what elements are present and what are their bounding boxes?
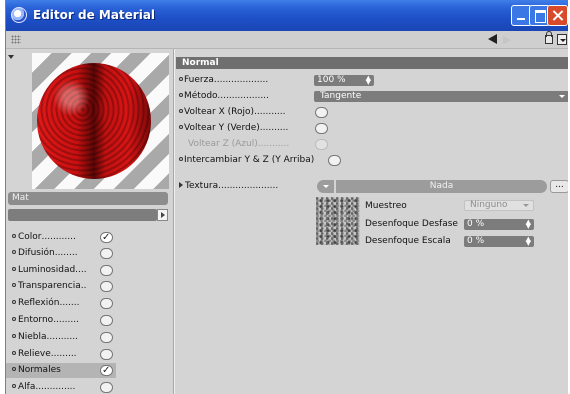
texture-menu-button[interactable] [317,180,334,193]
desenfoque-escala-input[interactable]: 0 % ▲ ▼ [464,236,534,247]
left-panel: Mat Color............ Difusión........ L… [6,49,173,394]
bullet-icon [179,77,183,81]
material-preview[interactable] [32,53,169,189]
right-panel: Normal Fuerza................... 100 % ▲… [176,49,568,394]
spinner-icon[interactable]: ▲ ▼ [366,75,371,86]
material-name-field[interactable]: Mat [8,192,168,205]
metodo-select[interactable]: Tangente [314,91,568,102]
fuerza-row: Fuerza................... [179,73,268,87]
channel-entorno[interactable]: Entorno......... [6,313,116,328]
channel-relieve[interactable]: Relieve......... [6,347,116,362]
channel-checkbox[interactable] [100,298,113,309]
voltear-x-checkbox[interactable] [315,107,328,118]
channel-checkbox[interactable] [100,332,113,343]
app-icon [11,7,27,23]
spinner-icon[interactable]: ▲ ▼ [526,219,531,230]
channel-normales[interactable]: Normales [6,363,116,378]
channel-checkbox[interactable] [100,248,113,259]
spinner-icon[interactable]: ▲ ▼ [526,236,531,247]
muestreo-select[interactable]: Ninguno [464,200,534,211]
bullet-icon [12,384,16,388]
preview-sphere [37,63,151,179]
bullet-icon [179,157,183,161]
bullet-icon [179,109,183,113]
forward-arrow-icon[interactable]: ▶ [503,34,519,45]
voltear-x-row: Voltear X (Rojo)........... [179,105,286,119]
grip-icon[interactable] [11,35,21,44]
intercambiar-checkbox[interactable] [328,155,341,166]
channel-checkbox[interactable] [100,265,113,276]
channel-difusion[interactable]: Difusión........ [6,246,116,261]
texture-field[interactable]: Nada [336,180,547,193]
channel-checkbox[interactable] [100,230,113,245]
bullet-icon [179,125,183,129]
channel-alfa[interactable]: Alfa.............. [6,380,116,394]
muestreo-label: Muestreo [365,201,407,211]
textura-row[interactable]: Textura..................... [179,179,278,193]
expand-arrow-icon[interactable] [179,182,183,188]
bullet-icon [12,267,16,271]
bullet-icon [12,300,16,304]
close-button[interactable] [547,5,568,26]
material-editor-window: Editor de Material ▶ Mat Color..........… [5,0,568,394]
texture-browse-button[interactable]: ... [550,180,568,193]
bullet-icon [12,367,16,371]
voltear-y-row: Voltear Y (Verde).......... [179,121,288,135]
panel-divider[interactable] [173,49,175,394]
channel-transparencia[interactable]: Transparencia.. [6,279,116,294]
bullet-icon [12,317,16,321]
voltear-z-row: Voltear Z (Azul)........... [188,139,290,149]
fuerza-input[interactable]: 100 % ▲ ▼ [314,75,374,86]
bullet-icon [12,250,16,254]
bullet-icon [179,93,183,97]
channel-reflexion[interactable]: Reflexión....... [6,296,116,311]
desenfoque-escala-label: Desenfoque Escala [365,236,451,246]
channel-luminosidad[interactable]: Luminosidad.... [6,263,116,278]
slider-arrow-icon[interactable] [157,209,168,221]
bullet-icon [12,234,16,238]
channel-checkbox[interactable] [100,315,113,326]
bullet-icon [12,283,16,287]
channel-niebla[interactable]: Niebla........... [6,330,116,345]
desenfoque-desfase-label: Desenfoque Desfase [365,219,458,229]
channel-color[interactable]: Color............ [6,230,116,245]
back-arrow-icon[interactable] [488,34,497,44]
bullet-icon [12,334,16,338]
texture-thumbnail[interactable] [316,197,360,245]
window-title: Editor de Material [33,8,156,22]
material-slider[interactable] [8,209,157,221]
voltear-y-checkbox[interactable] [315,123,328,134]
lock-icon[interactable] [545,31,553,44]
title-bar[interactable]: Editor de Material [6,0,568,31]
section-header: Normal [176,57,568,69]
channel-checkbox[interactable] [100,382,113,393]
channel-checkbox[interactable] [100,363,113,378]
voltear-z-checkbox[interactable] [315,139,328,150]
bullet-icon [12,351,16,355]
metodo-row: Método.................. [179,89,269,103]
panel-menu-icon[interactable] [557,34,567,45]
intercambiar-row: Intercambiar Y & Z (Y Arriba) [179,153,314,167]
channel-checkbox[interactable] [100,281,113,292]
channel-checkbox[interactable] [100,349,113,360]
collapse-arrow-icon[interactable] [8,55,14,59]
toolbar: ▶ [6,31,568,49]
desenfoque-desfase-input[interactable]: 0 % ▲ ▼ [464,219,534,230]
